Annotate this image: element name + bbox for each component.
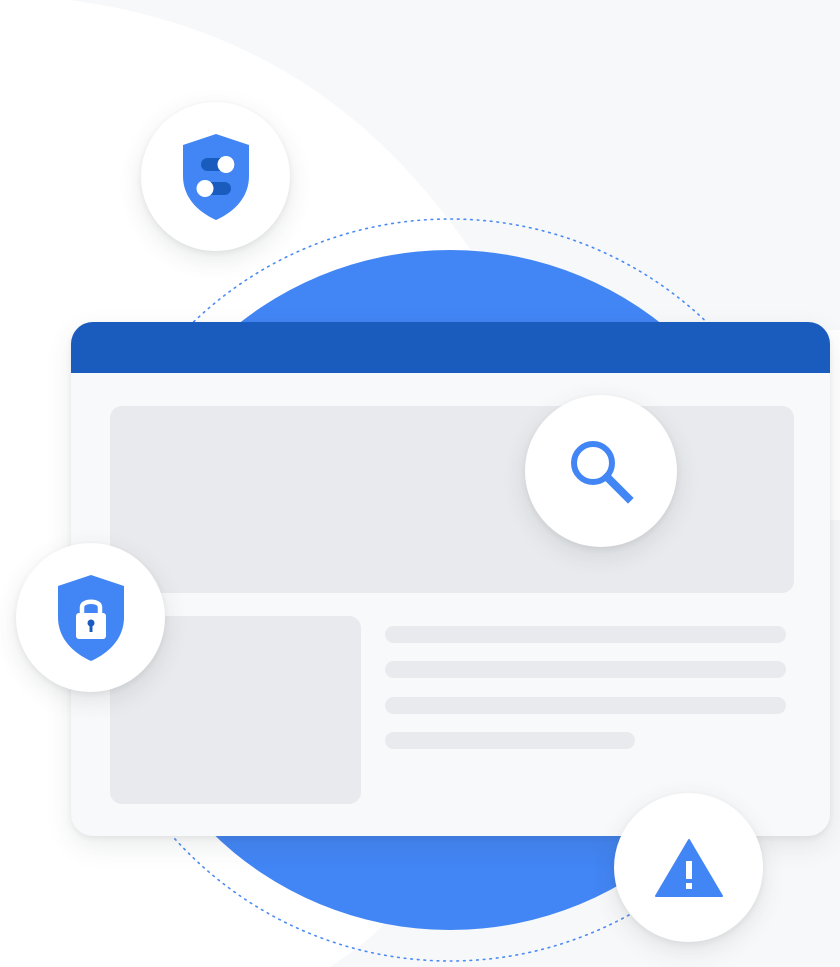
- search-icon: [571, 441, 634, 504]
- warning-badge: [614, 793, 763, 942]
- settings-shield-icon: [182, 133, 249, 220]
- text-line-placeholder: [385, 732, 635, 749]
- lock-shield-icon: [57, 574, 124, 661]
- content-hero-placeholder: [110, 406, 794, 593]
- settings-shield-badge: [141, 102, 290, 251]
- text-line-placeholder: [385, 697, 786, 714]
- browser-window: [71, 322, 830, 836]
- lock-shield-badge: [16, 543, 165, 692]
- security-illustration: [0, 0, 840, 967]
- text-line-placeholder: [385, 661, 786, 678]
- text-line-placeholder: [385, 626, 786, 643]
- search-badge: [525, 395, 677, 547]
- browser-title-bar: [71, 322, 830, 373]
- warning-icon: [654, 838, 723, 897]
